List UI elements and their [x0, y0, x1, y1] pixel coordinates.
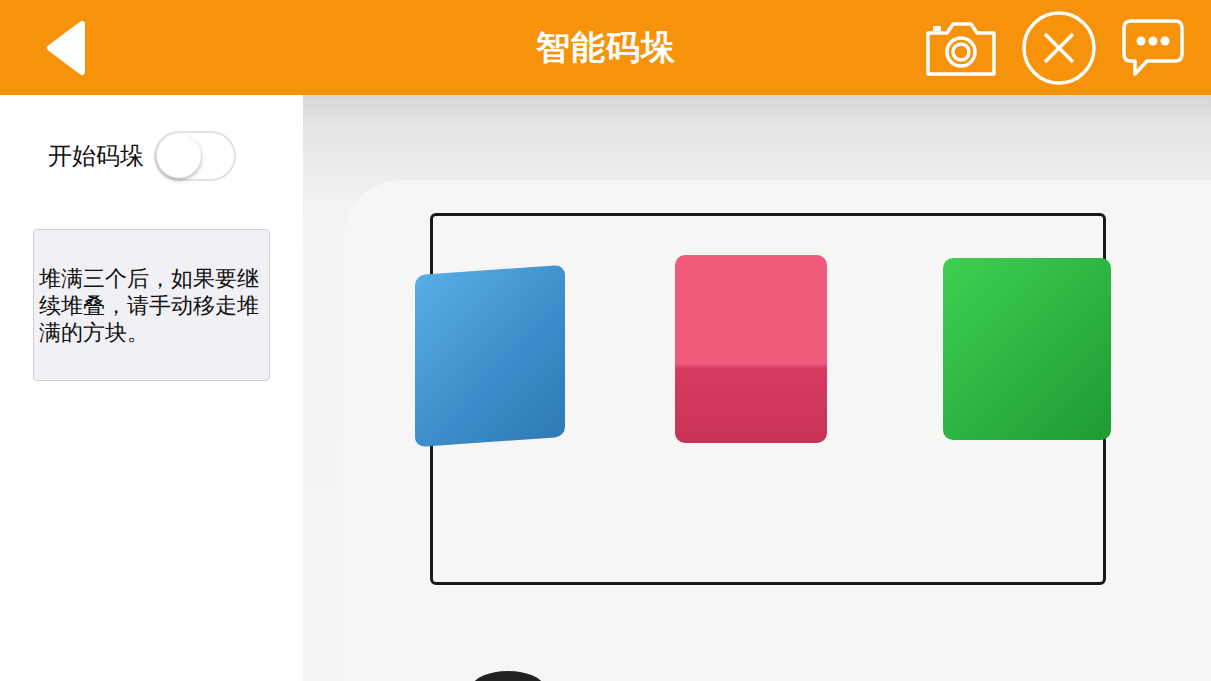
stacking-toggle-row: 开始码垛 [0, 95, 303, 181]
control-panel: 开始码垛堆满三个后，如果要继续堆叠，请手动移走堆满的方块。 [0, 95, 303, 681]
notice-text: 堆满三个后，如果要继续堆叠，请手动移走堆满的方块。 [39, 265, 264, 346]
header-left [0, 20, 300, 76]
stacking-switch[interactable] [154, 131, 236, 181]
back-button[interactable] [44, 20, 86, 76]
camera-feed [303, 95, 1211, 681]
stacking-label: 开始码垛 [48, 138, 144, 174]
header-actions [911, 10, 1211, 86]
camera-icon[interactable] [925, 19, 997, 77]
chat-bubble-icon[interactable] [1121, 18, 1185, 78]
blue-block [415, 265, 565, 447]
switch-knob[interactable] [157, 134, 201, 178]
close-circle-icon[interactable] [1021, 10, 1097, 86]
app-header: 智能码垛 [0, 0, 1211, 95]
close-button[interactable] [1021, 10, 1097, 86]
camera-button[interactable] [925, 19, 997, 77]
notice-box: 堆满三个后，如果要继续堆叠，请手动移走堆满的方块。 [33, 229, 270, 381]
back-arrow-icon[interactable] [44, 20, 86, 76]
message-button[interactable] [1121, 18, 1185, 78]
main-area: 开始码垛堆满三个后，如果要继续堆叠，请手动移走堆满的方块。 [0, 95, 1211, 681]
red-block [675, 255, 827, 443]
green-block [943, 258, 1111, 440]
page-title: 智能码垛 [300, 22, 911, 73]
